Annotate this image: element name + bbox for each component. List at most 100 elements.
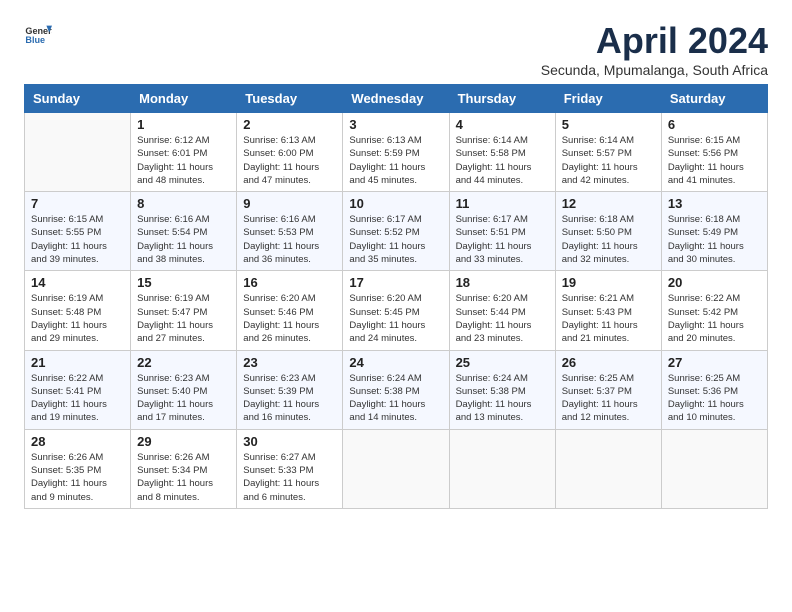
day-info: Sunrise: 6:24 AM Sunset: 5:38 PM Dayligh…: [349, 372, 442, 425]
calendar-cell: 17 Sunrise: 6:20 AM Sunset: 5:45 PM Dayli…: [343, 271, 449, 350]
calendar-cell: 12 Sunrise: 6:18 AM Sunset: 5:50 PM Dayli…: [555, 192, 661, 271]
location-subtitle: Secunda, Mpumalanga, South Africa: [541, 62, 768, 78]
day-number: 26: [562, 355, 655, 370]
day-number: 30: [243, 434, 336, 449]
day-number: 28: [31, 434, 124, 449]
header-tuesday: Tuesday: [237, 85, 343, 113]
title-block: April 2024 Secunda, Mpumalanga, South Af…: [541, 20, 768, 78]
calendar-header-row: SundayMondayTuesdayWednesdayThursdayFrid…: [25, 85, 768, 113]
day-info: Sunrise: 6:15 AM Sunset: 5:55 PM Dayligh…: [31, 213, 124, 266]
day-number: 9: [243, 196, 336, 211]
calendar-cell: 25 Sunrise: 6:24 AM Sunset: 5:38 PM Dayli…: [449, 350, 555, 429]
day-info: Sunrise: 6:25 AM Sunset: 5:36 PM Dayligh…: [668, 372, 761, 425]
calendar-cell: 18 Sunrise: 6:20 AM Sunset: 5:44 PM Dayli…: [449, 271, 555, 350]
calendar-cell: 19 Sunrise: 6:21 AM Sunset: 5:43 PM Dayli…: [555, 271, 661, 350]
calendar-cell: 1Sunrise: 6:12 AM Sunset: 6:01 PM Daylig…: [131, 113, 237, 192]
day-info: Sunrise: 6:20 AM Sunset: 5:44 PM Dayligh…: [456, 292, 549, 345]
day-info: Sunrise: 6:20 AM Sunset: 5:45 PM Dayligh…: [349, 292, 442, 345]
day-info: Sunrise: 6:21 AM Sunset: 5:43 PM Dayligh…: [562, 292, 655, 345]
calendar-cell: [555, 429, 661, 508]
calendar-cell: 14 Sunrise: 6:19 AM Sunset: 5:48 PM Dayli…: [25, 271, 131, 350]
logo-icon: General Blue: [24, 20, 52, 48]
day-number: 4: [456, 117, 549, 132]
day-number: 13: [668, 196, 761, 211]
day-number: 24: [349, 355, 442, 370]
calendar-cell: 26 Sunrise: 6:25 AM Sunset: 5:37 PM Dayli…: [555, 350, 661, 429]
day-info: Sunrise: 6:19 AM Sunset: 5:48 PM Dayligh…: [31, 292, 124, 345]
calendar-cell: 8 Sunrise: 6:16 AM Sunset: 5:54 PM Daylig…: [131, 192, 237, 271]
calendar-cell: 11Sunrise: 6:17 AM Sunset: 5:51 PM Dayli…: [449, 192, 555, 271]
calendar-table: SundayMondayTuesdayWednesdayThursdayFrid…: [24, 84, 768, 509]
header-friday: Friday: [555, 85, 661, 113]
calendar-cell: [449, 429, 555, 508]
day-info: Sunrise: 6:26 AM Sunset: 5:34 PM Dayligh…: [137, 451, 230, 504]
calendar-cell: 6 Sunrise: 6:15 AM Sunset: 5:56 PM Daylig…: [661, 113, 767, 192]
day-info: Sunrise: 6:18 AM Sunset: 5:49 PM Dayligh…: [668, 213, 761, 266]
header-monday: Monday: [131, 85, 237, 113]
header-saturday: Saturday: [661, 85, 767, 113]
day-number: 16: [243, 275, 336, 290]
calendar-cell: 15 Sunrise: 6:19 AM Sunset: 5:47 PM Dayli…: [131, 271, 237, 350]
day-info: Sunrise: 6:23 AM Sunset: 5:39 PM Dayligh…: [243, 372, 336, 425]
day-number: 14: [31, 275, 124, 290]
day-number: 3: [349, 117, 442, 132]
calendar-cell: 27 Sunrise: 6:25 AM Sunset: 5:36 PM Dayli…: [661, 350, 767, 429]
day-info: Sunrise: 6:26 AM Sunset: 5:35 PM Dayligh…: [31, 451, 124, 504]
header-wednesday: Wednesday: [343, 85, 449, 113]
day-number: 15: [137, 275, 230, 290]
calendar-week-row: 28 Sunrise: 6:26 AM Sunset: 5:35 PM Dayli…: [25, 429, 768, 508]
day-info: Sunrise: 6:22 AM Sunset: 5:42 PM Dayligh…: [668, 292, 761, 345]
day-number: 7: [31, 196, 124, 211]
day-info: Sunrise: 6:20 AM Sunset: 5:46 PM Dayligh…: [243, 292, 336, 345]
day-number: 17: [349, 275, 442, 290]
day-info: Sunrise: 6:23 AM Sunset: 5:40 PM Dayligh…: [137, 372, 230, 425]
calendar-week-row: 7 Sunrise: 6:15 AM Sunset: 5:55 PM Daylig…: [25, 192, 768, 271]
calendar-cell: 9 Sunrise: 6:16 AM Sunset: 5:53 PM Daylig…: [237, 192, 343, 271]
day-number: 12: [562, 196, 655, 211]
calendar-cell: [25, 113, 131, 192]
day-number: 20: [668, 275, 761, 290]
day-number: 29: [137, 434, 230, 449]
day-info: Sunrise: 6:19 AM Sunset: 5:47 PM Dayligh…: [137, 292, 230, 345]
day-info: Sunrise: 6:18 AM Sunset: 5:50 PM Dayligh…: [562, 213, 655, 266]
day-info: Sunrise: 6:25 AM Sunset: 5:37 PM Dayligh…: [562, 372, 655, 425]
day-info: Sunrise: 6:22 AM Sunset: 5:41 PM Dayligh…: [31, 372, 124, 425]
day-info: Sunrise: 6:14 AM Sunset: 5:58 PM Dayligh…: [456, 134, 549, 187]
day-info: Sunrise: 6:14 AM Sunset: 5:57 PM Dayligh…: [562, 134, 655, 187]
day-number: 19: [562, 275, 655, 290]
day-number: 18: [456, 275, 549, 290]
calendar-cell: 21 Sunrise: 6:22 AM Sunset: 5:41 PM Dayli…: [25, 350, 131, 429]
day-info: Sunrise: 6:13 AM Sunset: 6:00 PM Dayligh…: [243, 134, 336, 187]
calendar-cell: 23 Sunrise: 6:23 AM Sunset: 5:39 PM Dayli…: [237, 350, 343, 429]
svg-text:Blue: Blue: [25, 35, 45, 45]
calendar-cell: 3 Sunrise: 6:13 AM Sunset: 5:59 PM Daylig…: [343, 113, 449, 192]
day-info: Sunrise: 6:13 AM Sunset: 5:59 PM Dayligh…: [349, 134, 442, 187]
day-number: 22: [137, 355, 230, 370]
calendar-cell: 30 Sunrise: 6:27 AM Sunset: 5:33 PM Dayli…: [237, 429, 343, 508]
day-number: 23: [243, 355, 336, 370]
day-info: Sunrise: 6:15 AM Sunset: 5:56 PM Dayligh…: [668, 134, 761, 187]
day-number: 1: [137, 117, 230, 132]
month-title: April 2024: [541, 20, 768, 62]
day-info: Sunrise: 6:24 AM Sunset: 5:38 PM Dayligh…: [456, 372, 549, 425]
day-number: 27: [668, 355, 761, 370]
day-info: Sunrise: 6:16 AM Sunset: 5:53 PM Dayligh…: [243, 213, 336, 266]
day-number: 8: [137, 196, 230, 211]
calendar-cell: 22 Sunrise: 6:23 AM Sunset: 5:40 PM Dayli…: [131, 350, 237, 429]
day-number: 6: [668, 117, 761, 132]
day-info: Sunrise: 6:27 AM Sunset: 5:33 PM Dayligh…: [243, 451, 336, 504]
calendar-cell: 13 Sunrise: 6:18 AM Sunset: 5:49 PM Dayli…: [661, 192, 767, 271]
page-header: General Blue April 2024 Secunda, Mpumala…: [24, 20, 768, 78]
calendar-cell: [343, 429, 449, 508]
calendar-week-row: 14 Sunrise: 6:19 AM Sunset: 5:48 PM Dayli…: [25, 271, 768, 350]
day-number: 25: [456, 355, 549, 370]
day-number: 21: [31, 355, 124, 370]
calendar-cell: 29 Sunrise: 6:26 AM Sunset: 5:34 PM Dayli…: [131, 429, 237, 508]
day-info: Sunrise: 6:17 AM Sunset: 5:51 PM Dayligh…: [456, 213, 549, 266]
day-number: 10: [349, 196, 442, 211]
calendar-cell: 7 Sunrise: 6:15 AM Sunset: 5:55 PM Daylig…: [25, 192, 131, 271]
calendar-cell: 2Sunrise: 6:13 AM Sunset: 6:00 PM Daylig…: [237, 113, 343, 192]
day-info: Sunrise: 6:16 AM Sunset: 5:54 PM Dayligh…: [137, 213, 230, 266]
logo: General Blue: [24, 20, 52, 48]
calendar-cell: 24 Sunrise: 6:24 AM Sunset: 5:38 PM Dayli…: [343, 350, 449, 429]
